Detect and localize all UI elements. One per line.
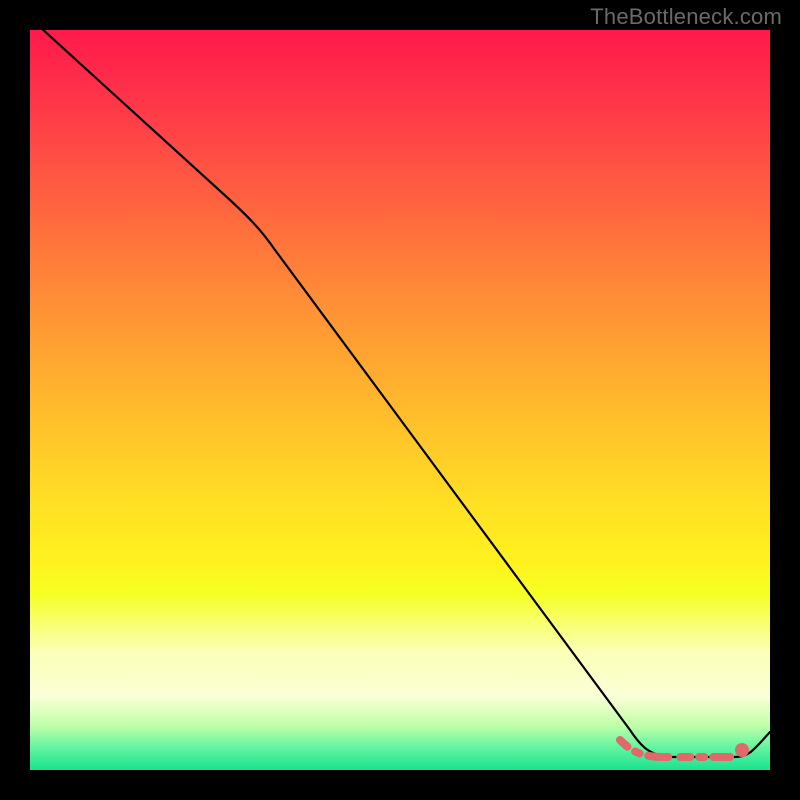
- bottleneck-curve: [30, 18, 770, 757]
- optimal-range-highlight: [620, 740, 730, 757]
- plot-area: [30, 30, 770, 770]
- chart-overlay: [30, 30, 770, 770]
- watermark-text: TheBottleneck.com: [590, 4, 782, 30]
- chart-container: TheBottleneck.com: [0, 0, 800, 800]
- target-marker: [735, 743, 749, 757]
